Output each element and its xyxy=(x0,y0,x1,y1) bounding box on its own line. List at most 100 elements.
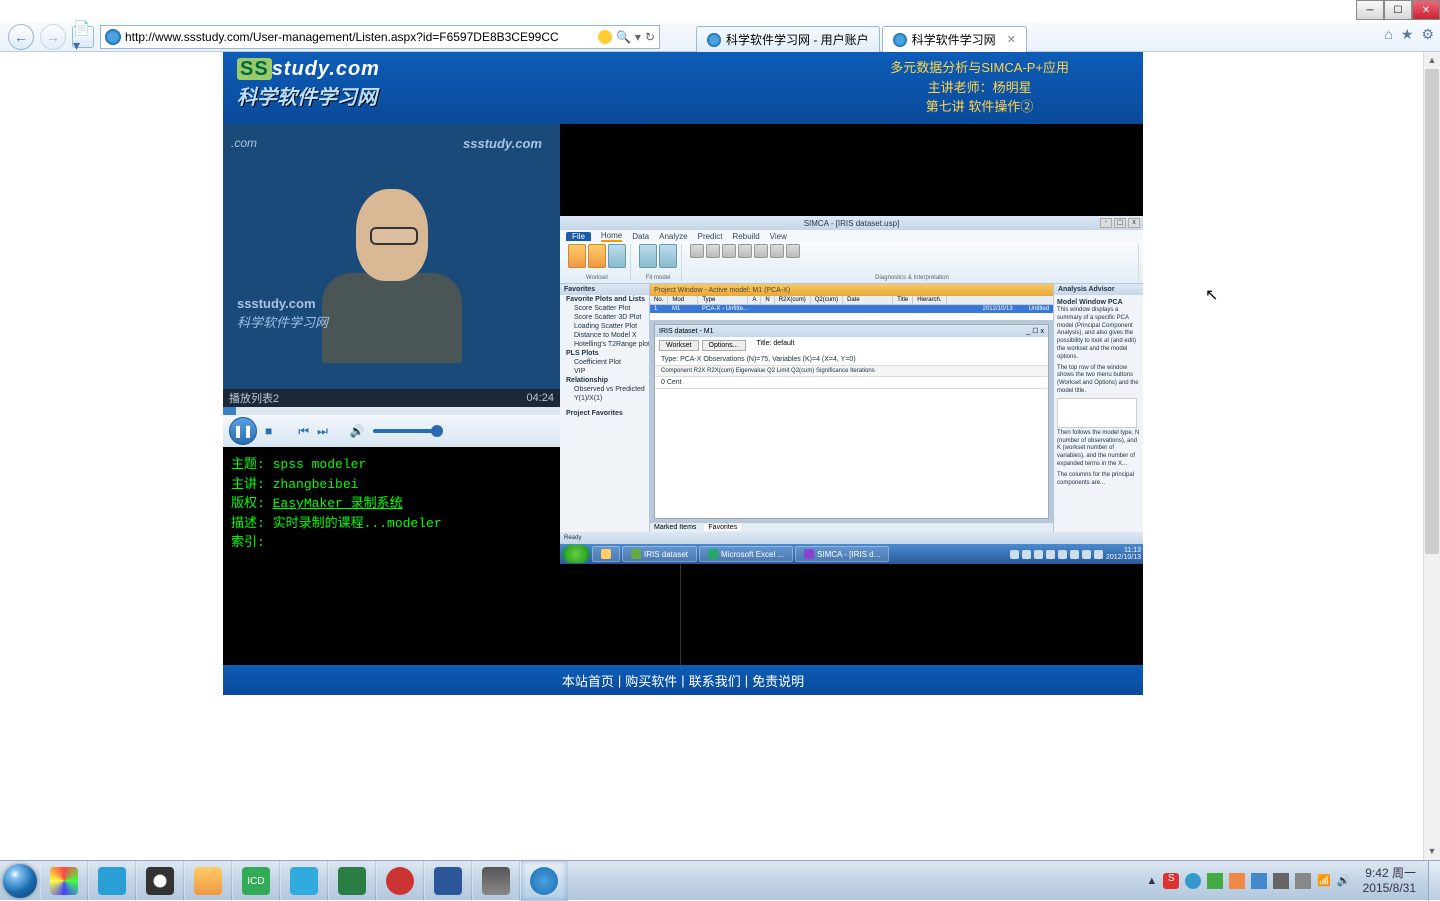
tray-icon[interactable] xyxy=(1251,873,1267,889)
pause-button[interactable]: ❚❚ xyxy=(229,417,257,445)
simca-menu: File Home Data Analyze Predict Rebuild V… xyxy=(560,230,1143,242)
course-title: 多元数据分析与SIMCA-P+应用 xyxy=(890,58,1069,78)
ime-icon[interactable]: S xyxy=(1163,873,1179,889)
menu-file: File xyxy=(566,232,591,241)
tab-label: 科学软件学习网 - 用户账户 xyxy=(726,31,869,48)
project-header: Project Window - Active model: M1 (PCA-X… xyxy=(650,284,1053,296)
info-desc: 实时录制的课程...modeler xyxy=(273,516,442,531)
scroll-thumb[interactable] xyxy=(1425,69,1439,554)
network-icon[interactable]: 📶 xyxy=(1317,874,1331,887)
min-icon: - xyxy=(1100,218,1112,228)
course-lesson: 第七讲 软件操作② xyxy=(890,97,1069,117)
scroll-up-arrow[interactable]: ▲ xyxy=(1424,52,1440,69)
volume-slider[interactable] xyxy=(373,429,443,433)
tray-icon[interactable] xyxy=(1229,873,1245,889)
task-item: IRIS dataset xyxy=(622,546,697,562)
volume-tray-icon[interactable]: 🔊 xyxy=(1337,874,1351,887)
footer-link-buy[interactable]: 购买软件 xyxy=(625,671,677,690)
info-copyright-link[interactable]: EasyMaker 录制系统 xyxy=(273,496,403,511)
task-excel[interactable] xyxy=(328,861,376,901)
site-footer: 本站首页 | 购买软件 | 联系我们 | 免责说明 xyxy=(223,665,1143,695)
tab-1[interactable]: 科学软件学习网 - 用户账户 xyxy=(696,26,880,52)
task-item: SIMCA - [IRIS d... xyxy=(795,546,889,562)
menu-home: Home xyxy=(601,231,622,242)
menu-data: Data xyxy=(632,232,649,241)
address-bar[interactable]: 🔍▾ ↻ xyxy=(100,25,660,49)
watermark: 科学软件学习网 xyxy=(237,312,328,331)
tray-icon[interactable] xyxy=(1273,873,1289,889)
refresh-icon[interactable]: ↻ xyxy=(645,30,655,44)
info-topic: spss modeler xyxy=(273,457,367,472)
advisor-panel: Analysis Advisor Model Window PCA This w… xyxy=(1053,284,1143,532)
task-app-4[interactable] xyxy=(280,861,328,901)
menu-rebuild: Rebuild xyxy=(733,232,760,241)
video-player[interactable]: .com ssstudy.com ssstudy.com 科学软件学习网 xyxy=(223,124,560,389)
tray-icon[interactable] xyxy=(1207,873,1223,889)
task-app-6[interactable] xyxy=(472,861,520,901)
system-tray: ▲ S 📶 🔊 9:42 周一 2015/8/31 xyxy=(1140,866,1428,895)
task-item: Microsoft Excel ... xyxy=(699,546,793,562)
back-button[interactable]: ← xyxy=(8,24,34,50)
minimize-button[interactable]: ─ xyxy=(1356,0,1384,20)
close-tab-icon[interactable]: ✕ xyxy=(1007,33,1016,46)
show-desktop-button[interactable] xyxy=(1428,861,1440,901)
next-button[interactable]: ⏭ xyxy=(317,424,328,439)
info-lecturer: zhangbeibei xyxy=(273,477,359,492)
compat-button[interactable]: 📄▾ xyxy=(72,26,94,48)
video-controls: ❚❚ ■ ⏮ ⏭ 🔊 xyxy=(223,415,560,447)
tab-label: 科学软件学习网 xyxy=(912,31,996,48)
tray-icon[interactable] xyxy=(1295,873,1311,889)
footer-link-contact[interactable]: 联系我们 xyxy=(689,671,741,690)
inner-taskbar: IRIS dataset Microsoft Excel ... SIMCA -… xyxy=(560,544,1143,564)
logo-cn: 科学软件学习网 xyxy=(237,81,380,110)
simca-screenshot: SIMCA - [IRIS dataset.usp] -☐x File Home… xyxy=(560,216,1143,564)
task-app-1[interactable] xyxy=(40,861,88,901)
task-word[interactable] xyxy=(424,861,472,901)
watermark: .com xyxy=(231,136,257,150)
simca-title: SIMCA - [IRIS dataset.usp] xyxy=(804,219,900,228)
search-icon[interactable]: 🔍 xyxy=(616,30,631,44)
menu-analyze: Analyze xyxy=(659,232,687,241)
info-index: 索引: xyxy=(231,535,265,550)
watermark: ssstudy.com xyxy=(463,136,542,151)
task-explorer[interactable] xyxy=(184,861,232,901)
start-button[interactable] xyxy=(0,861,40,901)
windows-taskbar: ICD ▲ S 📶 🔊 9:42 周一 2015/8/31 xyxy=(0,860,1440,900)
tab-strip: 科学软件学习网 - 用户账户 科学软件学习网 ✕ xyxy=(696,22,1380,52)
tray-expand-icon[interactable]: ▲ xyxy=(1146,875,1157,887)
tools-icon[interactable]: ⚙ xyxy=(1421,26,1434,43)
security-icon xyxy=(598,30,612,44)
close-icon: x xyxy=(1128,218,1140,228)
vertical-scrollbar[interactable]: ▲ ▼ xyxy=(1423,52,1440,860)
footer-link-home[interactable]: 本站首页 xyxy=(562,671,614,690)
prev-button[interactable]: ⏮ xyxy=(298,424,309,439)
maximize-button[interactable]: ☐ xyxy=(1384,0,1412,20)
task-app-2[interactable] xyxy=(88,861,136,901)
footer-link-disclaimer[interactable]: 免责说明 xyxy=(752,671,804,690)
course-teacher: 主讲老师：杨明星 xyxy=(890,78,1069,98)
menu-view: View xyxy=(770,232,787,241)
clock[interactable]: 9:42 周一 2015/8/31 xyxy=(1357,866,1422,895)
seek-bar[interactable] xyxy=(223,407,560,415)
close-button[interactable]: ✕ xyxy=(1412,0,1440,20)
url-input[interactable] xyxy=(125,30,598,44)
site-header: SSstudy.com 科学软件学习网 多元数据分析与SIMCA-P+应用 主讲… xyxy=(223,52,1143,124)
page-content: SSstudy.com 科学软件学习网 多元数据分析与SIMCA-P+应用 主讲… xyxy=(0,52,1440,860)
home-icon[interactable]: ⌂ xyxy=(1384,26,1392,43)
stop-button[interactable]: ■ xyxy=(265,424,272,438)
favorites-icon[interactable]: ★ xyxy=(1401,26,1414,43)
task-qq[interactable] xyxy=(136,861,184,901)
volume-icon[interactable]: 🔊 xyxy=(350,424,365,438)
scroll-down-arrow[interactable]: ▼ xyxy=(1424,843,1440,860)
tray-icon[interactable] xyxy=(1185,873,1201,889)
playlist-label: 播放列表2 xyxy=(229,390,279,406)
lecturer-figure xyxy=(322,189,462,369)
video-time: 04:24 xyxy=(526,392,554,404)
tab-2[interactable]: 科学软件学习网 ✕ xyxy=(882,26,1027,52)
task-app-3[interactable]: ICD xyxy=(232,861,280,901)
favorites-panel: Favorites Favorite Plots and Lists Score… xyxy=(560,284,650,532)
task-item xyxy=(592,546,620,562)
forward-button[interactable]: → xyxy=(40,24,66,50)
task-app-5[interactable] xyxy=(376,861,424,901)
task-ie[interactable] xyxy=(520,861,568,901)
